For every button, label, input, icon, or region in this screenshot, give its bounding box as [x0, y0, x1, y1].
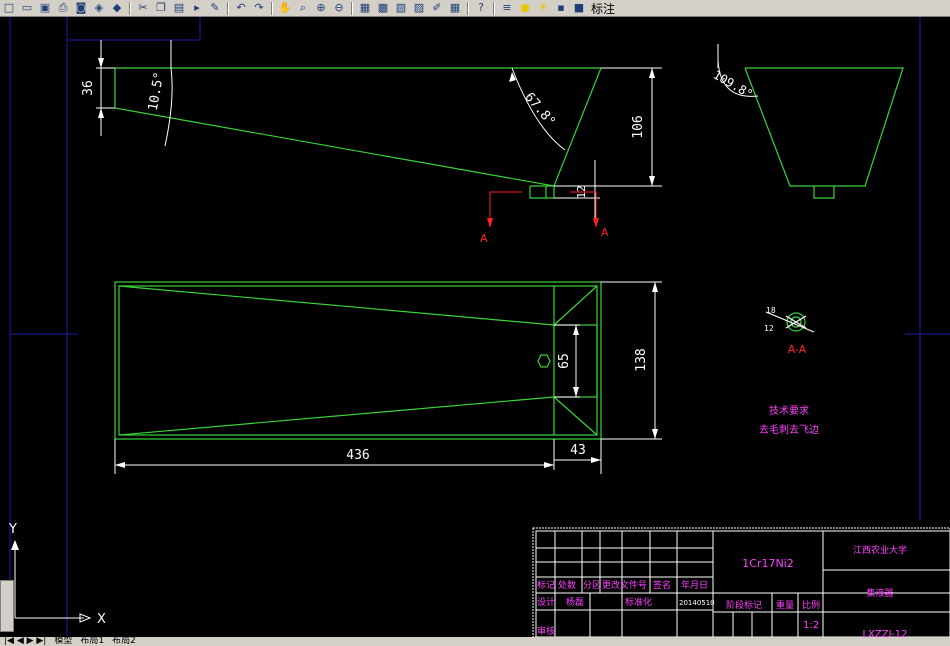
- 3d-icon[interactable]: ◆: [109, 1, 125, 15]
- toolbar-separator: [493, 1, 495, 15]
- calc-icon[interactable]: ▦: [447, 1, 463, 15]
- zoom-window-icon[interactable]: ⊕: [313, 1, 329, 15]
- markup-icon[interactable]: ✐: [429, 1, 445, 15]
- lock-icon[interactable]: ▪: [553, 1, 569, 15]
- dim-12-small: 12: [764, 324, 774, 333]
- tb-cell-review: 审核: [537, 625, 555, 637]
- side-view: [744, 67, 904, 199]
- design-center-icon[interactable]: ▩: [375, 1, 391, 15]
- drawing-canvas[interactable]: 36 10.5° 67.8° 106 12 A A 109.8° 138 65 …: [0, 17, 950, 637]
- tool-palette-icon[interactable]: ▧: [393, 1, 409, 15]
- copy-icon[interactable]: ❐: [153, 1, 169, 15]
- part-name-text: 集液器: [866, 587, 893, 599]
- tb-cell-count: 处数: [558, 579, 576, 591]
- publish-icon[interactable]: ◈: [91, 1, 107, 15]
- paste-icon[interactable]: ▤: [171, 1, 187, 15]
- dim-436: 436: [346, 448, 369, 463]
- help-icon[interactable]: ?: [473, 1, 489, 15]
- section-mark-left: A: [480, 232, 488, 245]
- school-text: 江西农业大学: [853, 544, 907, 556]
- dim-36: 36: [81, 80, 96, 96]
- match-icon[interactable]: ▸: [189, 1, 205, 15]
- brush-icon[interactable]: ✎: [207, 1, 223, 15]
- tab-model[interactable]: 模型: [50, 637, 76, 646]
- axis-y-label: Y: [8, 522, 17, 537]
- tb-cell-design: 设计: [537, 596, 555, 608]
- top-view: [114, 281, 602, 440]
- new-icon[interactable]: □: [1, 1, 17, 15]
- standard-toolbar: □ ▭ ▣ ⎙ ◙ ◈ ◆ ✂ ❐ ▤ ▸ ✎ ↶ ↷ ✋ ⌕ ⊕ ⊖ ▦ ▩ ▧ ▨ ✐ ▦? ≡ ● ☀ ▪ ■ 标注: [0, 0, 950, 17]
- dim-65: 65: [557, 353, 572, 369]
- front-view: [114, 67, 602, 199]
- tab-nav-arrows[interactable]: |◀ ◀ ▶ ▶|: [0, 637, 50, 646]
- title-block-row2: 设计 杨磊 标准化 20140510: [537, 596, 715, 608]
- tb-cell-change-doc: 更改文件号: [602, 579, 647, 591]
- tb-cell-zone: 分区: [583, 580, 601, 591]
- toolbar-separator: [351, 1, 353, 15]
- layer-name[interactable]: 标注: [591, 0, 615, 17]
- tb-scale-value: 1:2: [803, 620, 819, 631]
- color-icon[interactable]: ■: [571, 1, 587, 15]
- tb-stage-label: 阶段标记: [726, 599, 762, 611]
- section-label: A-A: [788, 343, 807, 356]
- axis-x-label: X: [97, 612, 106, 627]
- pan-icon[interactable]: ✋: [277, 1, 293, 15]
- undo-icon[interactable]: ↶: [233, 1, 249, 15]
- ucs-icon: [11, 540, 92, 623]
- dim-18: 18: [766, 306, 776, 315]
- layers-icon[interactable]: ≡: [499, 1, 515, 15]
- toolbar-separator: [467, 1, 469, 15]
- plot-icon[interactable]: ⎙: [55, 1, 71, 15]
- tab-layout2[interactable]: 布局2: [108, 637, 140, 646]
- redo-icon[interactable]: ↷: [251, 1, 267, 15]
- cut-icon[interactable]: ✂: [135, 1, 151, 15]
- drawing-number-text: LXZZJ-12: [862, 629, 907, 637]
- tb-cell-design-date: 20140510: [679, 599, 715, 607]
- toolbar-separator: [227, 1, 229, 15]
- sun-icon[interactable]: ☀: [535, 1, 551, 15]
- dim-43: 43: [570, 443, 586, 458]
- tab-layout1[interactable]: 布局1: [76, 637, 108, 646]
- dim-106: 106: [631, 115, 646, 138]
- open-icon[interactable]: ▭: [19, 1, 35, 15]
- dim-angle-10-5: 10.5°: [146, 71, 168, 112]
- tb-cell-signature: 签名: [653, 579, 671, 591]
- preview-icon[interactable]: ◙: [73, 1, 89, 15]
- tb-weight-label: 重量: [776, 599, 794, 611]
- tool-palette-strip[interactable]: [0, 580, 14, 632]
- properties-icon[interactable]: ▦: [357, 1, 373, 15]
- sheet-set-icon[interactable]: ▨: [411, 1, 427, 15]
- dim-angle-109-8: 109.8°: [711, 68, 756, 102]
- bulb-icon[interactable]: ●: [517, 1, 533, 15]
- toolbar-separator: [129, 1, 131, 15]
- tb-scale-label: 比例: [802, 599, 820, 611]
- section-mark-right: A: [601, 226, 609, 239]
- toolbar-separator: [271, 1, 273, 15]
- zoom-realtime-icon[interactable]: ⌕: [295, 1, 311, 15]
- dim-138: 138: [634, 348, 649, 371]
- tech-req-title: 技术要求: [769, 404, 809, 417]
- title-block-row1: 标记 处数 分区 更改文件号 签名 年月日: [537, 579, 708, 591]
- zoom-prev-icon[interactable]: ⊖: [331, 1, 347, 15]
- tb-cell-standardize: 标准化: [625, 596, 652, 608]
- tb-cell-date: 年月日: [681, 579, 708, 591]
- tb-cell-designer: 杨磊: [566, 596, 584, 608]
- tech-req-body: 去毛刺去飞边: [759, 424, 819, 436]
- layout-tabs-bar: |◀ ◀ ▶ ▶| 模型 布局1 布局2: [0, 637, 950, 646]
- material-text: 1Cr17Ni2: [742, 557, 793, 570]
- tb-cell-mark: 标记: [537, 579, 555, 591]
- save-icon[interactable]: ▣: [37, 1, 53, 15]
